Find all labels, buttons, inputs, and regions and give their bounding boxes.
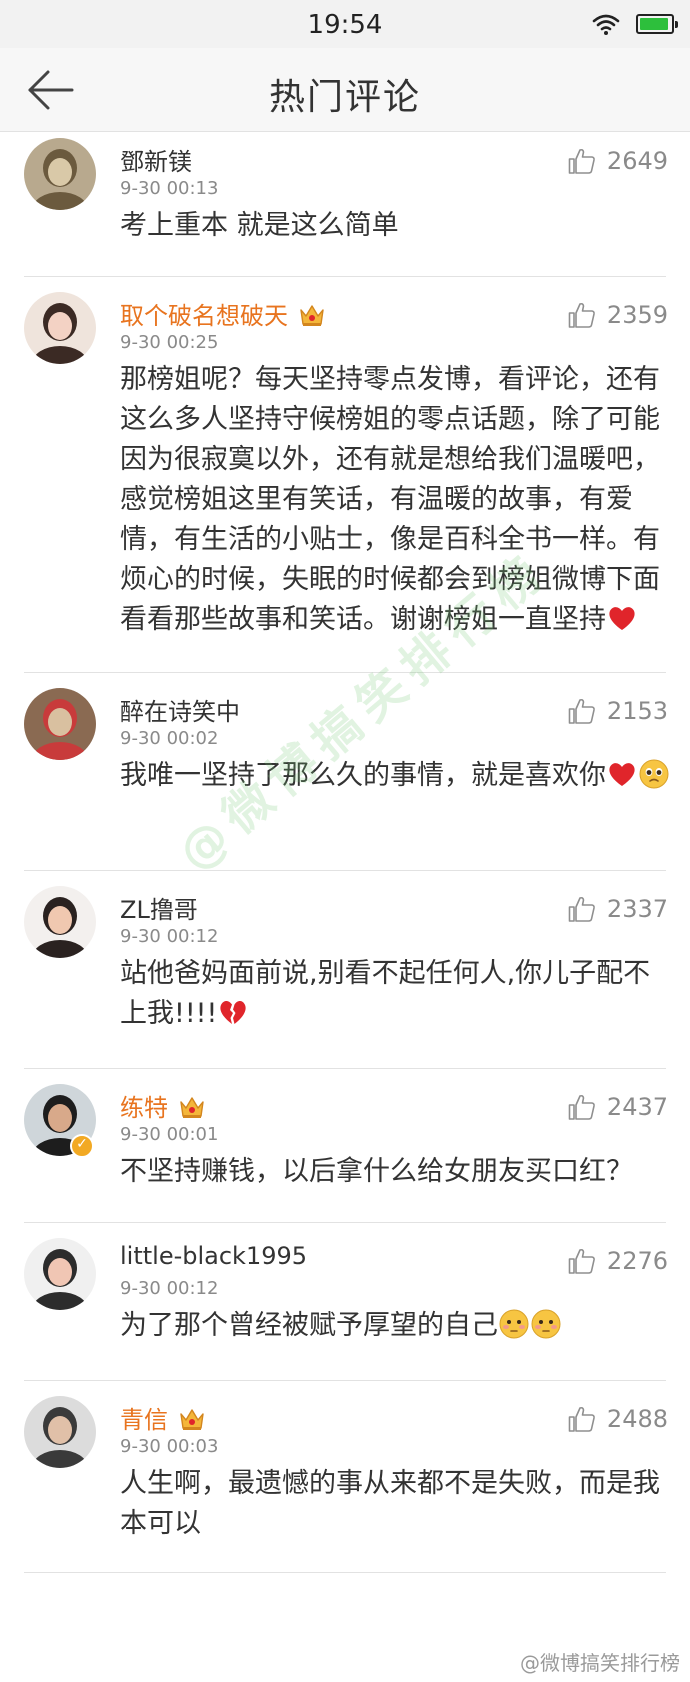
page-title: 热门评论 bbox=[268, 77, 421, 118]
avatar[interactable] bbox=[24, 1396, 96, 1468]
like-count: 2359 bbox=[606, 301, 668, 329]
comment-time: 9-30 00:12 bbox=[120, 926, 219, 947]
like-button[interactable]: 2359 bbox=[567, 300, 668, 330]
comment-divider bbox=[24, 672, 666, 673]
comment-item[interactable]: little-black1995 2276 9-30 00:12 为了那个曾经被… bbox=[0, 1238, 690, 1380]
comment-divider bbox=[24, 870, 666, 871]
thumbs-up-icon bbox=[567, 1404, 597, 1434]
comment-text-content: 人生啊，最遗憾的事从来都不是失败，而是我本可以 bbox=[120, 1468, 660, 1539]
like-button[interactable]: 2649 bbox=[567, 146, 668, 176]
avatar[interactable] bbox=[24, 138, 96, 210]
vip-crown-icon bbox=[298, 302, 326, 328]
comment-item[interactable]: 鄧新镁 2649 9-30 00:13 考上重本 就是这么简单 bbox=[0, 138, 690, 276]
like-count: 2153 bbox=[606, 697, 668, 725]
battery-level bbox=[640, 18, 669, 30]
comment-divider bbox=[24, 1380, 666, 1381]
comment-text: 不坚持赚钱，以后拿什么给女朋友买口红？ bbox=[120, 1152, 672, 1192]
like-button[interactable]: 2337 bbox=[567, 894, 668, 924]
pleading-face-emoji bbox=[638, 758, 670, 790]
comment-time: 9-30 00:02 bbox=[120, 728, 219, 749]
comment-time: 9-30 00:25 bbox=[120, 332, 219, 353]
like-count: 2337 bbox=[606, 895, 668, 923]
status-bar: 19:54 bbox=[0, 0, 690, 48]
comment-username[interactable]: 鄧新镁 bbox=[120, 142, 192, 177]
comment-text-content: 考上重本 就是这么简单 bbox=[120, 210, 399, 241]
comment-text-content: 站他爸妈面前说,别看不起任何人,你儿子配不上我!!!! bbox=[120, 958, 651, 1029]
avatar[interactable] bbox=[24, 688, 96, 760]
like-button[interactable]: 2153 bbox=[567, 696, 668, 726]
comment-text-content: 那榜姐呢？每天坚持零点发博，看评论，还有这么多人坚持守候榜姐的零点话题，除了可能… bbox=[120, 364, 660, 635]
comment-text-content: 不坚持赚钱，以后拿什么给女朋友买口红？ bbox=[120, 1156, 633, 1187]
username-text[interactable]: 醉在诗笑中 bbox=[120, 698, 240, 726]
comment-username[interactable]: ZL撸哥 bbox=[120, 890, 198, 925]
comment-text: 考上重本 就是这么简单 bbox=[120, 206, 672, 246]
comment-divider bbox=[24, 1068, 666, 1069]
comment-username[interactable]: 练特 bbox=[120, 1088, 206, 1123]
comment-item[interactable]: ZL撸哥 2337 9-30 00:12 站他爸妈面前说,别看不起任何人,你儿子… bbox=[0, 886, 690, 1068]
like-count: 2649 bbox=[606, 147, 668, 175]
like-button[interactable]: 2276 bbox=[567, 1246, 668, 1276]
heart-emoji bbox=[606, 758, 638, 790]
thumbs-up-icon bbox=[567, 1092, 597, 1122]
comment-text: 站他爸妈面前说,别看不起任何人,你儿子配不上我!!!! bbox=[120, 954, 672, 1034]
comment-item[interactable]: 醉在诗笑中 2153 9-30 00:02 我唯一坚持了那么久的事情，就是喜欢你 bbox=[0, 688, 690, 870]
like-count: 2276 bbox=[606, 1247, 668, 1275]
like-button[interactable]: 2437 bbox=[567, 1092, 668, 1122]
username-text[interactable]: little-black1995 bbox=[120, 1242, 307, 1270]
flushed-face-emoji bbox=[498, 1308, 530, 1340]
thumbs-up-icon bbox=[567, 146, 597, 176]
comment-text-content: 为了那个曾经被赋予厚望的自己 bbox=[120, 1310, 498, 1341]
comment-username[interactable]: little-black1995 bbox=[120, 1242, 307, 1270]
username-text[interactable]: ZL撸哥 bbox=[120, 896, 198, 924]
nav-bar: 热门评论 bbox=[0, 48, 690, 132]
comment-item[interactable]: 取个破名想破天 2359 9-30 00:25 那榜姐呢？每天坚持零点发博，看评… bbox=[0, 292, 690, 672]
comment-time: 9-30 00:03 bbox=[120, 1436, 219, 1457]
comment-time: 9-30 00:12 bbox=[120, 1278, 219, 1299]
heart-emoji bbox=[606, 602, 638, 634]
vip-crown-icon bbox=[178, 1406, 206, 1432]
wifi-icon bbox=[592, 14, 620, 35]
comment-text: 那榜姐呢？每天坚持零点发博，看评论，还有这么多人坚持守候榜姐的零点话题，除了可能… bbox=[120, 360, 672, 640]
vip-crown-icon bbox=[178, 1094, 206, 1120]
username-text[interactable]: 鄧新镁 bbox=[120, 148, 192, 176]
footer-watermark: @微博搞笑排行榜 bbox=[520, 1651, 680, 1675]
broken-heart-emoji bbox=[217, 996, 249, 1028]
comment-divider bbox=[24, 1572, 666, 1573]
username-text[interactable]: 取个破名想破天 bbox=[120, 302, 288, 330]
comment-time: 9-30 00:13 bbox=[120, 178, 219, 199]
like-count: 2488 bbox=[606, 1405, 668, 1433]
thumbs-up-icon bbox=[567, 300, 597, 330]
like-count: 2437 bbox=[606, 1093, 668, 1121]
comment-divider bbox=[24, 1222, 666, 1223]
comment-username[interactable]: 青信 bbox=[120, 1400, 206, 1435]
comment-item[interactable]: 练特 2437 9-30 00:01 不坚持赚钱，以后拿什么给女朋友买口红？ bbox=[0, 1084, 690, 1222]
thumbs-up-icon bbox=[567, 1246, 597, 1276]
username-text[interactable]: 青信 bbox=[120, 1406, 168, 1434]
flushed-face-emoji bbox=[530, 1308, 562, 1340]
battery-icon bbox=[636, 14, 678, 34]
username-text[interactable]: 练特 bbox=[120, 1094, 168, 1122]
thumbs-up-icon bbox=[567, 696, 597, 726]
avatar[interactable] bbox=[24, 1238, 96, 1310]
comment-text: 我唯一坚持了那么久的事情，就是喜欢你 bbox=[120, 756, 672, 796]
status-time: 19:54 bbox=[307, 10, 383, 40]
comment-divider bbox=[24, 276, 666, 277]
comment-text: 人生啊，最遗憾的事从来都不是失败，而是我本可以 bbox=[120, 1464, 672, 1544]
comment-username[interactable]: 取个破名想破天 bbox=[120, 296, 326, 331]
like-button[interactable]: 2488 bbox=[567, 1404, 668, 1434]
comment-text-content: 我唯一坚持了那么久的事情，就是喜欢你 bbox=[120, 760, 606, 791]
avatar[interactable] bbox=[24, 886, 96, 958]
comment-text: 为了那个曾经被赋予厚望的自己 bbox=[120, 1306, 672, 1346]
avatar[interactable] bbox=[24, 292, 96, 364]
comment-username[interactable]: 醉在诗笑中 bbox=[120, 692, 240, 727]
comment-item[interactable]: 青信 2488 9-30 00:03 人生啊，最遗憾的事从来都不是失败，而是我本… bbox=[0, 1396, 690, 1572]
verified-badge-icon bbox=[70, 1134, 94, 1158]
comment-time: 9-30 00:01 bbox=[120, 1124, 219, 1145]
thumbs-up-icon bbox=[567, 894, 597, 924]
